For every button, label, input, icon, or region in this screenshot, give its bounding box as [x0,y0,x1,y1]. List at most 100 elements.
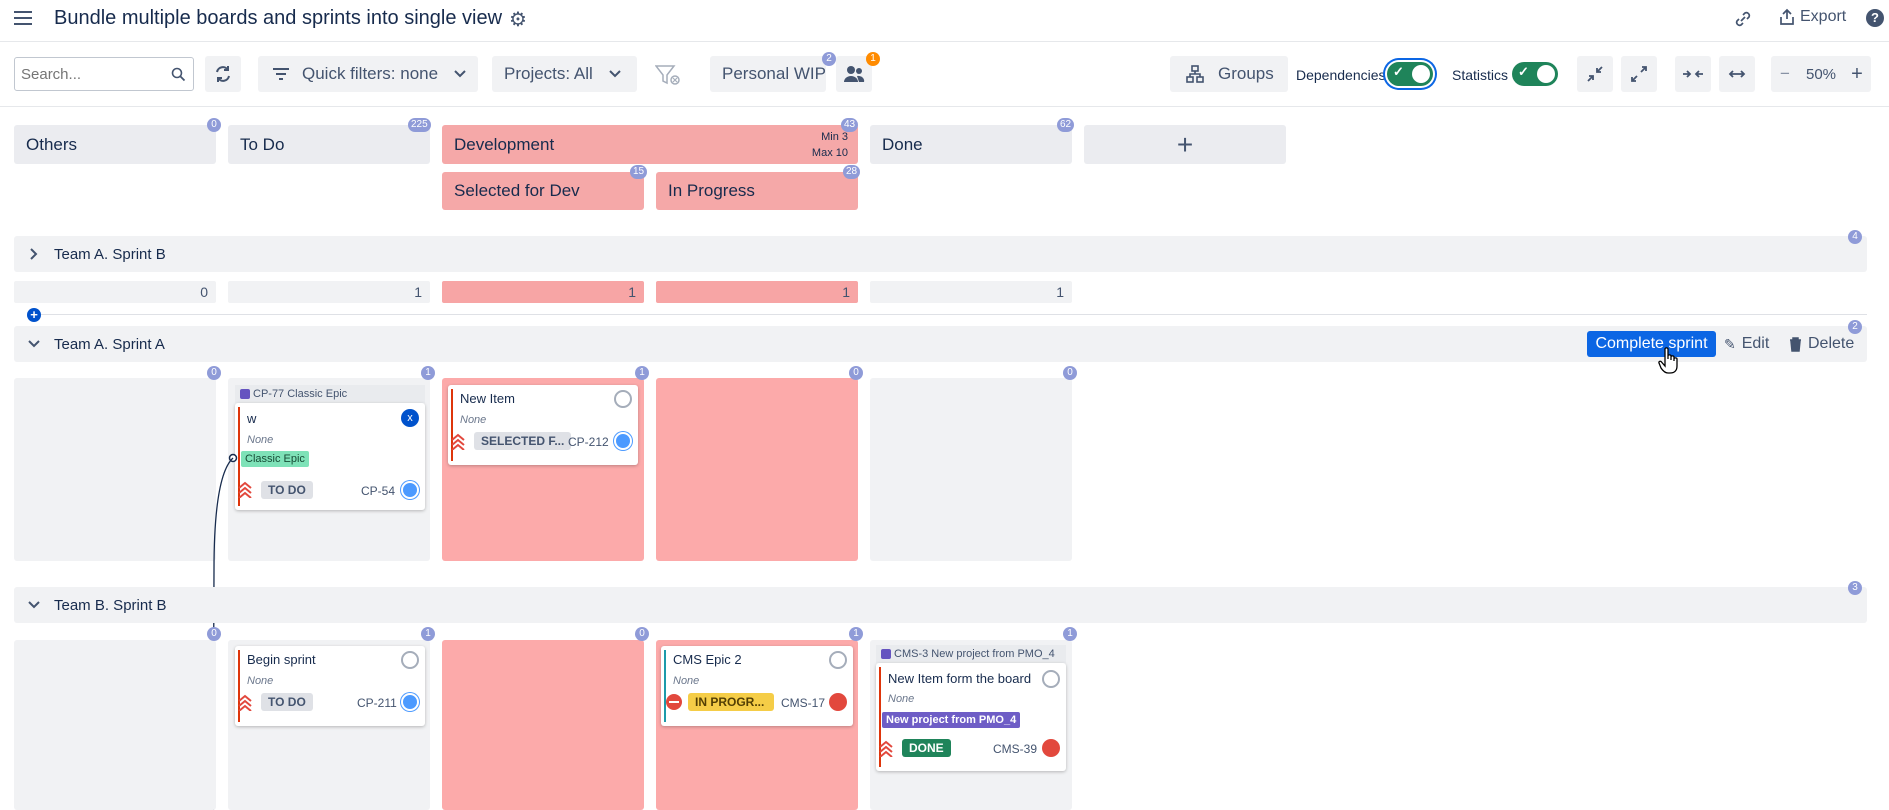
issue-key[interactable]: CP-211 [357,696,397,710]
filter-icon [273,68,289,80]
card-field-none: None [460,414,487,426]
status-lozenge: TO DO [261,693,313,711]
lane-column-count: 1 [656,281,858,303]
edit-sprint-button[interactable]: ✎ Edit [1724,331,1769,357]
card-priority-bar [238,650,240,722]
chevron-down-icon[interactable] [28,340,40,348]
column-header-in-progress[interactable]: In Progress [656,172,858,210]
groups-label: Groups [1218,64,1274,83]
help-icon[interactable]: ? [1866,9,1884,27]
card-field-none: None [247,434,274,446]
lane-column-count: 0 [14,281,216,303]
edit-label: Edit [1741,335,1770,352]
menu-icon[interactable] [14,11,32,25]
personal-wip-label: Personal WIP [722,64,826,83]
issue-key[interactable]: CMS-17 [781,696,825,710]
hand-cursor-icon [1658,347,1678,374]
projects-label: Projects: All [504,64,593,83]
epic-name: CMS-3 New project from PMO_4 [894,648,1055,660]
title-bar: Bundle multiple boards and sprints into … [0,0,1889,42]
projects-dropdown[interactable]: Projects: All [492,56,637,92]
export-label: Export [1800,8,1847,25]
column-header-done[interactable]: Done [870,125,1072,164]
column-header-others[interactable]: Others [14,125,216,164]
chevron-right-icon[interactable] [30,248,38,260]
wip-limits: Min 3 Max 10 [812,129,848,161]
clear-filter-icon[interactable] [655,64,681,86]
swimlane-count: 3 [1848,581,1862,595]
refresh-button[interactable] [205,56,241,92]
issue-type-icon [401,481,419,499]
search-box[interactable] [14,57,194,91]
add-column-button[interactable]: + [1084,125,1286,164]
dependencies-toggle[interactable]: ✓ [1387,62,1433,86]
personal-wip-button[interactable]: Personal WIP [710,56,826,92]
card-field-none: None [247,675,274,687]
card-title: New Item [460,391,515,406]
zoom-out-button[interactable]: − [1771,64,1799,84]
card-epic-header[interactable]: CP-77 Classic Epic [235,385,425,403]
unassigned-avatar-icon[interactable] [1042,670,1060,688]
check-icon: ✓ [1393,64,1404,79]
unassigned-avatar-icon[interactable] [614,390,632,408]
card-title: New Item form the board [888,671,1032,686]
column-header-development[interactable]: Development Min 3 Max 10 [442,125,858,164]
unassigned-avatar-icon[interactable] [401,651,419,669]
widen-columns-button[interactable] [1719,56,1755,92]
quick-filters-dropdown[interactable]: Quick filters: none [258,56,478,92]
lane-cell [656,378,858,561]
add-swimlane-button[interactable]: + [27,308,41,322]
chevron-down-icon[interactable] [28,601,40,609]
complete-sprint-button[interactable]: Complete sprint [1587,331,1716,357]
issue-card-cms-39[interactable]: New Item form the board None New project… [876,663,1066,771]
collapse-icon [1587,66,1603,82]
dependencies-label: Dependencies [1296,67,1386,83]
expand-all-button[interactable] [1621,56,1657,92]
link-icon[interactable] [1734,10,1752,28]
statistics-toggle[interactable]: ✓ [1512,62,1558,86]
card-type-bar [664,650,666,722]
swimlane-label: Team A. Sprint A [54,335,165,353]
search-input[interactable] [21,63,161,85]
people-icon [844,66,865,82]
issue-card-cp-54[interactable]: w x None Classic Epic TO DO CP-54 [235,403,425,510]
wip-min: Min 3 [821,131,848,143]
pencil-icon: ✎ [1724,335,1736,352]
epic-icon [240,389,250,399]
column-header-todo[interactable]: To Do [228,125,430,164]
swimlane-label: Team B. Sprint B [54,596,167,614]
swimlane-team-a-sprint-b[interactable]: Team A. Sprint B [14,236,1867,272]
assignee-avatar[interactable]: x [401,409,419,427]
epic-label: New project from PMO_4 [882,712,1021,728]
expand-icon [1631,66,1647,82]
issue-card-cms-17[interactable]: CMS Epic 2 None IN PROGR... CMS-17 [661,646,853,726]
gear-icon[interactable]: ⚙ [509,7,527,32]
priority-highest-icon [238,694,252,711]
cell-count: 1 [421,366,435,380]
card-title: Begin sprint [247,652,316,667]
swimlane-team-b-sprint-b[interactable]: Team B. Sprint B [14,587,1867,623]
card-field-none: None [888,693,915,705]
issue-key[interactable]: CP-212 [568,435,609,449]
zoom-in-button[interactable]: + [1843,63,1871,86]
issue-type-icon [829,693,847,711]
cell-count: 0 [635,627,649,641]
collapse-all-button[interactable] [1577,56,1613,92]
card-epic-header[interactable]: CMS-3 New project from PMO_4 [876,645,1066,663]
column-count: 28 [843,165,861,179]
statistics-label: Statistics [1452,67,1509,83]
toggle-knob [1412,65,1430,83]
groups-button[interactable]: Groups [1170,56,1288,92]
epic-name: CP-77 Classic Epic [253,388,348,400]
delete-sprint-button[interactable]: Delete [1789,331,1854,357]
narrow-columns-button[interactable] [1675,56,1711,92]
issue-key[interactable]: CP-54 [361,484,395,498]
issue-card-cp-212[interactable]: New Item None SELECTED F... CP-212 [448,385,638,465]
issue-key[interactable]: CMS-39 [993,742,1037,756]
swimlane-count: 4 [1848,230,1862,244]
arrows-in-icon [1683,70,1703,78]
column-header-selected-for-dev[interactable]: Selected for Dev [442,172,644,210]
unassigned-avatar-icon[interactable] [829,651,847,669]
issue-card-cp-211[interactable]: Begin sprint None TO DO CP-211 [235,646,425,726]
export-button[interactable]: Export [1779,8,1846,26]
